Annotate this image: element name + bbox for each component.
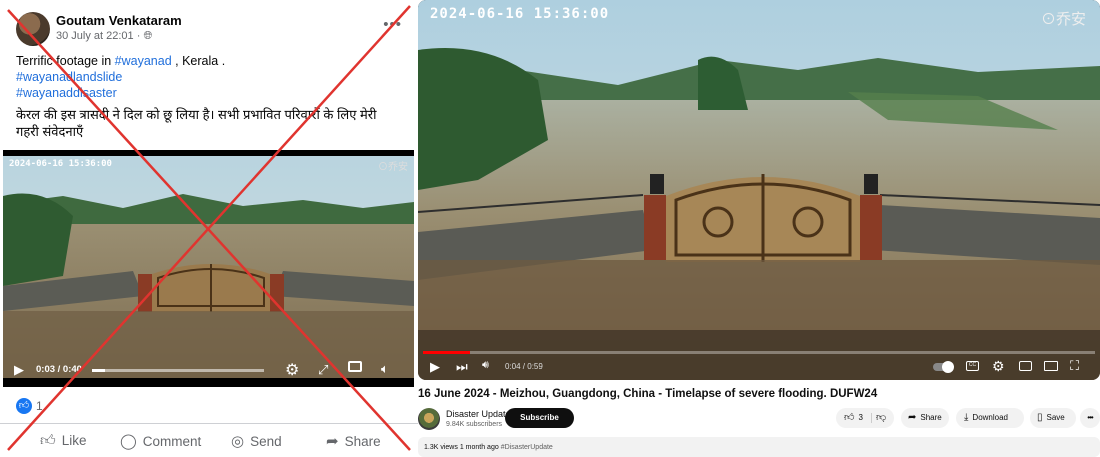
video-title: 16 June 2024 - Meizhou, Guangdong, China… (418, 388, 878, 400)
thumbs-up-icon: 👍︎ (40, 432, 56, 449)
comment-label: Comment (142, 434, 202, 449)
miniplayer-icon[interactable] (1019, 361, 1032, 371)
share-arrow-icon: ➦ (326, 433, 339, 450)
download-label: Download (972, 413, 1008, 422)
video-watermark: ⊙乔安 (1040, 11, 1086, 28)
autoplay-toggle[interactable] (933, 361, 954, 373)
video-progress-bar[interactable] (423, 351, 1095, 354)
subscribe-button[interactable]: Subscribe (505, 408, 574, 428)
more-actions-icon[interactable]: ••• (1080, 408, 1100, 428)
globe-icon: 🌐︎ (143, 30, 153, 42)
video-time: 0:04 / 0:59 (505, 362, 543, 371)
mute-icon[interactable]: 🔈︎ (381, 361, 389, 377)
play-icon[interactable]: ▶ (430, 359, 440, 375)
hashtag-link[interactable]: #wayanadlandslide (16, 69, 401, 85)
share-button[interactable]: ➦ Share (901, 408, 949, 428)
description-box[interactable]: 1.3K views 1 month ago #DisasterUpdate (418, 437, 1100, 457)
share-label: Share (344, 434, 381, 449)
share-label: Share (920, 413, 942, 422)
video-player[interactable]: 2024-06-16 15:36:00 ⊙乔安 (3, 150, 414, 387)
messenger-icon: ◎ (231, 433, 245, 450)
flood-scene-image (418, 0, 1100, 380)
video-progress-fill (423, 351, 471, 354)
bookmark-icon: ▯ (1037, 412, 1043, 423)
post-header: Goutam Venkataram 30 July at 22:01 · 🌐︎ … (16, 12, 402, 46)
video-progress-fill (92, 369, 105, 372)
thumbs-up-icon: 👍︎ (844, 412, 855, 423)
video-timestamp-overlay: 2024-06-16 15:36:00 (9, 159, 112, 169)
share-arrow-icon: ➦ (908, 412, 917, 423)
view-count: 1.3K views (424, 444, 458, 451)
comment-button[interactable]: ◯ Comment (120, 432, 201, 450)
miniplayer-icon[interactable] (348, 361, 362, 372)
subscriber-count: 9.84K subscribers (446, 421, 503, 428)
facebook-post: Goutam Venkataram 30 July at 22:01 · 🌐︎ … (0, 0, 418, 457)
caption-prefix: Terrific footage in (16, 54, 115, 68)
hashtag-link[interactable]: #wayanaddisaster (16, 85, 401, 101)
send-button[interactable]: ◎ Send (231, 432, 282, 450)
flood-scene-image (3, 156, 414, 378)
autoplay-knob (942, 361, 954, 373)
post-date-text[interactable]: 30 July at 22:01 (56, 30, 134, 42)
post-caption: Terrific footage in #wayanad , Kerala . … (16, 53, 401, 101)
video-time: 0:03 / 0:40 (36, 364, 82, 375)
video-watermark: ⊙乔安 (378, 162, 408, 173)
download-button[interactable]: ⤓ Download (956, 408, 1024, 428)
volume-icon[interactable]: 🔊︎ (482, 359, 489, 372)
hashtag-link[interactable]: #DisasterUpdate (501, 444, 553, 451)
video-progress-bar[interactable] (92, 369, 264, 372)
author-name[interactable]: Goutam Venkataram (56, 13, 182, 28)
video-timestamp-overlay: 2024-06-16 15:36:00 (430, 6, 610, 22)
captions-icon[interactable]: CC (966, 361, 979, 371)
like-reaction-icon: 👍︎ (16, 398, 32, 414)
next-icon[interactable]: ⏭︎ (456, 359, 468, 375)
author-avatar[interactable] (16, 12, 50, 46)
upload-age: 1 month ago (459, 444, 499, 451)
settings-gear-icon[interactable]: ⚙ (285, 360, 299, 380)
hashtag-link[interactable]: #wayanad (115, 54, 172, 68)
reaction-count: 1 (36, 399, 43, 413)
post-hindi-text: केरल की इस त्रासदी ने दिल को छू लिया है।… (16, 107, 377, 139)
video-frame: 2024-06-16 15:36:00 ⊙乔安 (3, 156, 414, 378)
dislike-button[interactable]: 👎︎ (876, 408, 890, 428)
youtube-video-player[interactable]: 2024-06-16 15:36:00 ⊙乔安 ▶ ⏭︎ 🔊︎ 0:04 / 0… (418, 0, 1100, 380)
channel-avatar[interactable] (418, 408, 440, 430)
comment-icon: ◯ (120, 433, 137, 450)
theater-mode-icon[interactable] (1044, 361, 1058, 371)
play-icon[interactable]: ▶ (14, 362, 24, 378)
video-meta: 1.3K views 1 month ago #DisasterUpdate (424, 444, 553, 451)
fullscreen-icon[interactable]: ⛶ (1070, 358, 1079, 374)
thumbs-down-icon: 👎︎ (876, 412, 887, 423)
youtube-watch-page: 2024-06-16 15:36:00 ⊙乔安 ▶ ⏭︎ 🔊︎ 0:04 / 0… (418, 0, 1100, 457)
share-button[interactable]: ➦ Share (326, 432, 381, 450)
settings-gear-icon[interactable]: ⚙ (992, 358, 1005, 375)
fullscreen-icon[interactable]: ⤢ (318, 362, 328, 378)
send-label: Send (250, 434, 282, 449)
like-button[interactable]: 👍︎ Like (40, 432, 86, 450)
caption-line: Terrific footage in #wayanad , Kerala . (16, 53, 401, 69)
like-dislike-group: 👍︎ 3 👎︎ (836, 408, 894, 428)
post-actions: 👍︎ Like ◯ Comment ◎ Send ➦ Share (0, 423, 418, 453)
divider (871, 413, 872, 423)
video-controls: ▶ 0:03 / 0:40 ⚙ ⤢ 🔈︎ (0, 355, 411, 385)
channel-name[interactable]: Disaster Update (446, 409, 511, 419)
like-count: 3 (858, 413, 863, 422)
save-label: Save (1046, 413, 1065, 422)
like-button[interactable]: 👍︎ 3 (836, 408, 870, 428)
caption-suffix: , Kerala . (171, 54, 226, 68)
post-date[interactable]: 30 July at 22:01 · 🌐︎ (56, 30, 152, 43)
like-label: Like (61, 433, 87, 448)
download-icon: ⤓ (964, 412, 969, 423)
save-button[interactable]: ▯ Save (1030, 408, 1076, 428)
more-options-icon[interactable]: ••• (383, 16, 402, 33)
